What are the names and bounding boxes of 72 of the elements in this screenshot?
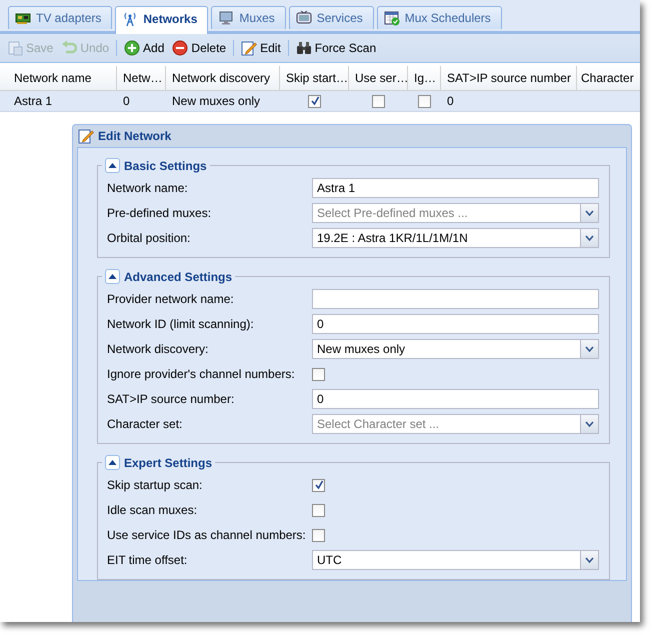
- minus-icon: [172, 40, 188, 56]
- pencil-icon: [241, 40, 258, 56]
- checkbox[interactable]: [312, 528, 325, 542]
- checkbox[interactable]: [312, 478, 325, 492]
- field-label: Character set:: [107, 417, 184, 431]
- edit-button[interactable]: Edit: [238, 40, 284, 56]
- table-cell: 0: [447, 94, 454, 108]
- text-field[interactable]: Astra 1: [312, 178, 599, 198]
- delete-button[interactable]: Delete: [169, 40, 230, 56]
- dropdown-field[interactable]: Select Character set ...: [312, 414, 599, 434]
- tv-icon: [296, 10, 312, 26]
- text-field[interactable]: 0: [312, 389, 599, 409]
- collapse-toggle[interactable]: [105, 269, 120, 284]
- monitor-icon: [218, 10, 234, 26]
- up-arrow-icon: [108, 273, 117, 280]
- collapse-toggle[interactable]: [105, 455, 120, 470]
- calendar-icon: [384, 10, 400, 26]
- column-header[interactable]: Ig…: [408, 66, 441, 90]
- field-label: EIT time offset:: [107, 553, 188, 567]
- column-header[interactable]: Netw…: [117, 66, 166, 90]
- section-title: Basic Settings: [124, 158, 207, 172]
- field-label: Network ID (limit scanning):: [107, 317, 255, 331]
- field-label: Provider network name:: [107, 292, 235, 306]
- tab[interactable]: Networks: [115, 6, 208, 34]
- pencil-icon: [78, 128, 94, 144]
- table-cell: New muxes only: [172, 94, 260, 108]
- antenna-icon: [122, 11, 138, 27]
- add-button[interactable]: Add: [121, 40, 168, 56]
- checkbox[interactable]: [372, 94, 385, 108]
- up-arrow-icon: [108, 459, 117, 466]
- column-header[interactable]: Skip start…: [280, 66, 349, 90]
- text-field[interactable]: 0: [312, 314, 599, 334]
- dropdown-field[interactable]: UTC: [312, 550, 599, 570]
- collapse-toggle[interactable]: [105, 158, 120, 173]
- text-field[interactable]: [312, 289, 599, 309]
- column-header[interactable]: SAT>IP source number: [441, 66, 577, 90]
- tab[interactable]: Services: [288, 6, 374, 29]
- column-header[interactable]: Use ser…: [349, 66, 408, 90]
- field-label: Network name:: [107, 181, 189, 195]
- plus-icon: [124, 40, 140, 56]
- checkbox[interactable]: [312, 504, 325, 516]
- checkbox[interactable]: [312, 368, 325, 380]
- dropdown-field[interactable]: New muxes only: [312, 339, 599, 359]
- field-label: Ignore provider's channel numbers:: [107, 367, 296, 381]
- tab[interactable]: Mux Schedulers: [376, 6, 502, 29]
- field-label: Network discovery:: [107, 342, 210, 356]
- dialog-title: Edit Network: [98, 129, 172, 143]
- field-label: Use service IDs as channel numbers:: [107, 528, 307, 542]
- field-label: Skip startup scan:: [107, 478, 204, 492]
- save-icon: [7, 40, 23, 56]
- checkbox[interactable]: [308, 94, 321, 108]
- table-row[interactable]: Astra 1 0 New muxes only 0: [0, 91, 640, 112]
- section-title: Expert Settings: [124, 456, 212, 470]
- field-label: Idle scan muxes:: [107, 503, 198, 517]
- field-label: SAT>IP source number:: [107, 392, 236, 406]
- up-arrow-icon: [108, 162, 117, 169]
- binoculars-icon: [296, 40, 312, 56]
- force-scan-button[interactable]: Force Scan: [292, 40, 380, 56]
- column-header[interactable]: Network discovery: [166, 66, 280, 90]
- table-cell: Astra 1: [14, 94, 52, 108]
- table-cell: 0: [123, 94, 130, 108]
- tab[interactable]: TV adapters: [8, 6, 112, 29]
- section-title: Advanced Settings: [124, 270, 232, 284]
- dropdown-field[interactable]: 19.2E : Astra 1KR/1L/1M/1N: [312, 228, 599, 248]
- checkbox[interactable]: [418, 94, 431, 108]
- tab[interactable]: Muxes: [211, 6, 286, 29]
- dropdown-field[interactable]: Select Pre-defined muxes ...: [312, 203, 599, 223]
- field-label: Orbital position:: [107, 231, 192, 245]
- column-header[interactable]: Character: [577, 66, 640, 90]
- field-label: Pre-defined muxes:: [107, 206, 212, 220]
- undo-icon: [61, 40, 78, 56]
- column-header[interactable]: Network name: [8, 66, 117, 90]
